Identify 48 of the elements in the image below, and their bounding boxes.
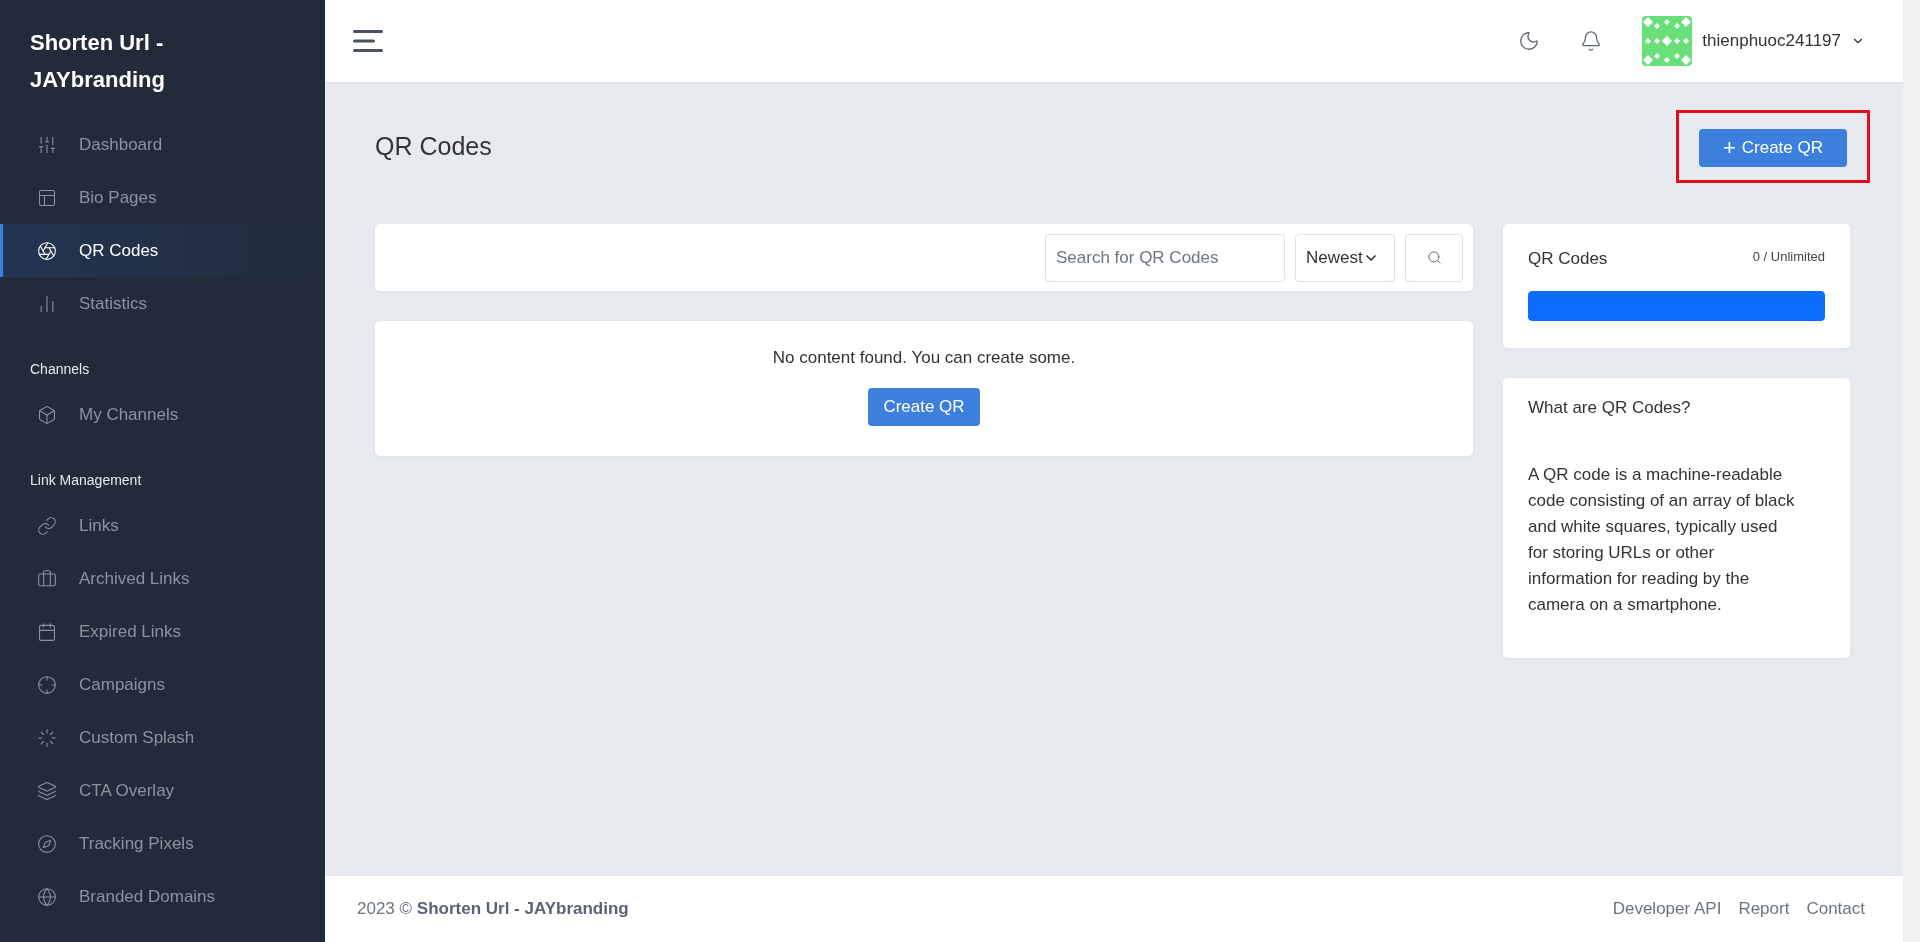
sidebar-item[interactable]: CTA Overlay (0, 764, 325, 817)
sliders-icon (37, 134, 57, 155)
cube-icon (37, 404, 57, 425)
sidebar-item[interactable]: Tracking Pixels (0, 817, 325, 870)
copyright-text: 2023 © Shorten Url - JAYbranding (357, 899, 629, 919)
sidebar-item[interactable]: Archived Links (0, 552, 325, 605)
empty-message: No content found. You can create some. (772, 348, 1076, 368)
sidebar-item[interactable]: Links (0, 499, 325, 552)
globe-icon (37, 886, 57, 907)
sidebar-item[interactable]: Branded Domains (0, 870, 325, 923)
search-field[interactable]: Search for QR Codes (1045, 233, 1285, 282)
user-menu[interactable]: thienphuoc241197 (1642, 16, 1865, 66)
page-title: QR Codes (375, 131, 492, 161)
footer-link[interactable]: Contact (1806, 899, 1865, 919)
sidebar-item[interactable]: Statistics (0, 277, 325, 330)
sidebar-item[interactable]: Bio Pages (0, 171, 325, 224)
calendar-icon (37, 621, 57, 642)
loader-icon (37, 727, 57, 748)
info-title: What are QR Codes? (1528, 398, 1692, 418)
footer-link[interactable]: Report (1738, 899, 1790, 919)
search-icon (1426, 250, 1442, 265)
brand-title: Shorten Url - JAYbranding (29, 29, 166, 94)
sidebar-item[interactable]: Dashboard (0, 118, 325, 171)
bell-icon[interactable] (1580, 30, 1603, 52)
create-qr-button[interactable]: Create QR (868, 388, 980, 426)
layout-icon (37, 187, 57, 208)
sidebar-item[interactable]: Campaigns (0, 658, 325, 711)
briefcase-icon (37, 568, 57, 589)
sidebar-item[interactable]: Expired Links (0, 605, 325, 658)
plus-icon: + (1722, 138, 1736, 157)
link-icon (37, 515, 57, 536)
usage-count: 0 / Unlimited (1752, 249, 1825, 264)
info-text: A QR code is a machine-readable code consisting of an array of black and white squares, typically used for storing URLs or other information for reading by the camera on a smartphone. (1528, 464, 1796, 616)
sidebar-item[interactable]: My Channels (0, 388, 325, 441)
sort-select[interactable]: Newest (1295, 233, 1395, 282)
avatar-pattern (1642, 16, 1693, 66)
create-qr-button[interactable]: + Create QR (1698, 128, 1847, 167)
layers-icon (37, 780, 57, 801)
sidebar-item[interactable]: Custom Splash (0, 711, 325, 764)
compass-icon (37, 833, 57, 854)
menu-icon[interactable] (353, 30, 383, 52)
section-heading: Link Management (29, 471, 143, 490)
aperture-icon (37, 240, 57, 261)
crosshair-icon (37, 674, 57, 695)
section-heading: Channels (29, 360, 91, 379)
usage-title: QR Codes (1528, 249, 1608, 269)
moon-icon[interactable] (1518, 30, 1541, 52)
footer-link[interactable]: Developer API (1612, 899, 1722, 919)
